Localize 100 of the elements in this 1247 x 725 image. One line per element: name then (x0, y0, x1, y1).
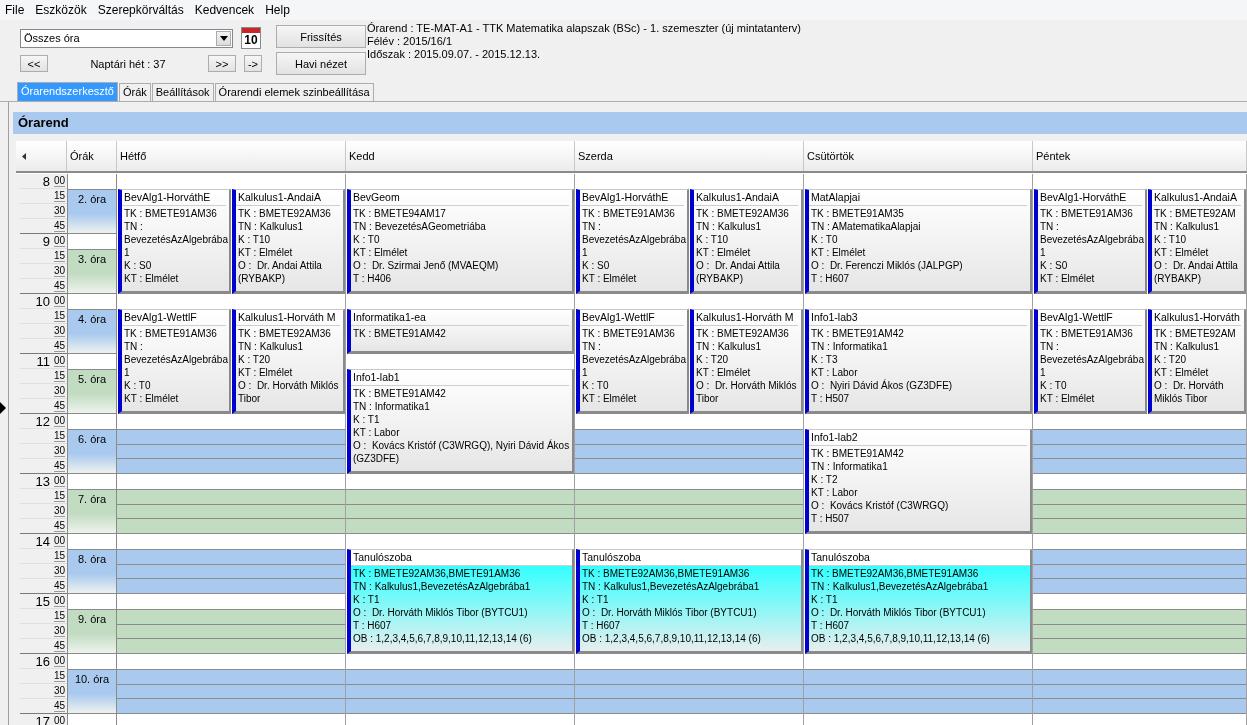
event-detail: O : Kovács Kristóf (C3WRGQ) (811, 499, 950, 512)
minute-label: 45 (53, 280, 65, 292)
minute-label: 15 (53, 610, 65, 622)
jump-button[interactable]: -> (244, 55, 262, 72)
event-card[interactable]: Tanulószoba TK : BMETE92AM36,BMETE91AM36 TN : Kalkulus1,BevezetésAzAlgebrába1 K : T1 O : Dr. Horváth Miklós Tibor (BYTCU1) T : H607 OB : 1,2,3,4,5,6,7,8,9,10,11,12,13,14 (6) (805, 549, 1032, 654)
tab[interactable]: Beállítások (151, 83, 214, 101)
event-detail: TK : BMETE91AM36 (1040, 207, 1134, 220)
next-week-button[interactable]: >> (208, 55, 236, 72)
minute-label: 45 (53, 700, 65, 712)
event-detail: TN : BevezetésAGeometriába (353, 220, 487, 233)
period-cell: 2. óra (68, 189, 116, 234)
event-card[interactable]: BevAlg1-HorváthE TK : BMETE91AM36 TN : BevezetésAzAlgebrába1 K : S0 KT : Elmélet (576, 189, 689, 294)
event-detail: KT : Elmélet (811, 246, 867, 259)
event-card[interactable]: Kalkulus1-Horváth M TK : BMETE92AM36 TN : Kalkulus1 K : T20 KT : Elmélet O : Dr. Horváth Miklós Tibor (232, 309, 345, 414)
hour-label: 13 (35, 473, 50, 489)
event-card[interactable]: BevGeom TK : BMETE94AM17 TN : BevezetésAGeometriába K : T0 KT : Elmélet O : Dr. Szirmai Jenő (MVAEQM) T : H406 (347, 189, 574, 294)
event-card[interactable]: MatAlapjai TK : BMETE91AM35 TN : AMatematikaAlapjai K : T0 KT : Elmélet O : Dr. Ferenczi Miklós (JALPGP) T : H607 (805, 189, 1032, 294)
event-detail: TN : BevezetésAzAlgebrába1 (124, 220, 228, 259)
minute-label: 30 (53, 505, 65, 517)
calendar-button[interactable]: 10 (241, 27, 261, 49)
event-detail: TN : Informatika1 (811, 460, 889, 473)
collapse-arrow-icon[interactable] (22, 152, 26, 160)
minute-label: 00 (53, 235, 65, 247)
event-card[interactable]: Kalkulus1-AndaiA TK : BMETE92AM36 TN : Kalkulus1 K : T10 KT : Elmélet O : Dr. Andai Attila (RYBAKP) (232, 189, 345, 294)
period-cell: 3. óra (68, 249, 116, 294)
event-detail: TN : BevezetésAzAlgebrába1 (124, 340, 228, 379)
event-title: Kalkulus1-AndaiA (236, 190, 340, 206)
event-detail: K : T10 (238, 233, 272, 246)
event-detail: TK : BMETE91AM36 (124, 207, 218, 220)
event-title: MatAlapjai (809, 190, 1027, 206)
event-detail: OB : 1,2,3,4,5,6,7,8,9,10,11,12,13,14 (6) (353, 632, 533, 645)
hour-label: 16 (35, 653, 50, 669)
event-detail: TN : Kalkulus1 (1154, 220, 1221, 233)
period-cell: 4. óra (68, 309, 116, 354)
info-text: Időszak : 2015.09.07. - 2015.12.13. (367, 48, 542, 61)
event-card[interactable]: BevAlg1-HorváthE TK : BMETE91AM36 TN : BevezetésAzAlgebrába1 K : S0 KT : Elmélet (118, 189, 231, 294)
minute-label: 45 (53, 580, 65, 592)
event-detail: KT : Elmélet (1154, 246, 1210, 259)
event-card[interactable]: Kalkulus1-Horváth TK : BMETE92AM TN : Kalkulus1 K : T20 KT : Elmélet O : Dr. Horváth Miklós Tibor (1148, 309, 1246, 414)
event-title: Tanulószoba (351, 550, 572, 566)
event-detail: K : T1 (811, 593, 839, 606)
event-card[interactable]: Info1-lab1 TK : BMETE91AM42 TN : Informatika1 K : T1 KT : Labor O : Kovács Kristóf (C3WRGQ), Nyiri Dávid Ákos (GZ3DFE) (347, 369, 574, 474)
period-cell: 9. óra (68, 609, 116, 654)
menu-item[interactable]: Szerepkörváltás (92, 3, 190, 17)
event-detail: TK : BMETE91AM35 (811, 207, 905, 220)
event-detail: K : T0 (1040, 379, 1068, 392)
event-card[interactable]: Info1-lab2 TK : BMETE91AM42 TN : Informatika1 K : T2 KT : Labor O : Kovács Kristóf (C3WRGQ) T : H507 (805, 429, 1032, 534)
tab[interactable]: Órák (118, 83, 151, 101)
month-view-button[interactable]: Havi nézet (276, 52, 366, 75)
event-detail: KT : Elmélet (353, 246, 409, 259)
minute-label: 45 (53, 520, 65, 532)
event-card[interactable]: BevAlg1-HorváthE TK : BMETE91AM36 TN : BevezetésAzAlgebrába1 K : S0 KT : Elmélet (1034, 189, 1147, 294)
minute-label: 30 (53, 385, 65, 397)
event-card[interactable]: Info1-lab3 TK : BMETE91AM42 TN : Informatika1 K : T3 KT : Labor O : Nyiri Dávid Ákos (GZ3DFE) T : H507 (805, 309, 1032, 414)
event-title: BevAlg1-WettlF (1038, 310, 1142, 326)
event-detail: O : Dr. Szirmai Jenő (MVAEQM) (353, 259, 500, 272)
event-detail: TN : Kalkulus1 (238, 220, 305, 233)
event-card[interactable]: Informatika1-ea TK : BMETE91AM42 (347, 309, 574, 354)
menu-item[interactable]: File (0, 3, 31, 17)
event-detail: KT : Elmélet (696, 366, 752, 379)
column-header: Péntek (1033, 141, 1247, 171)
menu-item[interactable]: Eszközök (30, 3, 93, 17)
menu-item[interactable]: Kedvencek (189, 3, 261, 17)
event-detail: TN : Kalkulus1 (696, 340, 763, 353)
event-detail: KT : Labor (353, 426, 401, 439)
minute-label: 30 (53, 205, 65, 217)
minute-label: 30 (53, 325, 65, 337)
event-card[interactable]: BevAlg1-WettlF TK : BMETE91AM36 TN : BevezetésAzAlgebrába1 K : T0 KT : Elmélet (118, 309, 231, 414)
hour-label: 17 (35, 713, 50, 725)
dropdown[interactable]: Összes óra (20, 28, 233, 48)
minute-label: 45 (53, 220, 65, 232)
event-detail: O : Dr. Horváth Miklós Tibor (BYTCU1) (353, 606, 529, 619)
minute-label: 00 (53, 475, 65, 487)
menu-item[interactable]: Help (260, 3, 296, 17)
event-detail: TK : BMETE94AM17 (353, 207, 447, 220)
column-header: Órák (67, 141, 117, 171)
event-detail: T : H406 (353, 272, 393, 285)
event-card[interactable]: Kalkulus1-Horváth M TK : BMETE92AM36 TN : Kalkulus1 K : T20 KT : Elmélet O : Dr. Horváth Miklós Tibor (690, 309, 803, 414)
refresh-button[interactable]: Frissítés (276, 25, 366, 48)
event-card[interactable]: Tanulószoba TK : BMETE92AM36,BMETE91AM36 TN : Kalkulus1,BevezetésAzAlgebrába1 K : T1 O : Dr. Horváth Miklós Tibor (BYTCU1) T : H607 OB : 1,2,3,4,5,6,7,8,9,10,11,12,13,14 (6) (347, 549, 574, 654)
event-title: Tanulószoba (580, 550, 801, 566)
event-card[interactable]: BevAlg1-WettlF TK : BMETE91AM36 TN : BevezetésAzAlgebrába1 K : T0 KT : Elmélet (1034, 309, 1147, 414)
event-title: Kalkulus1-AndaiA (694, 190, 798, 206)
event-title: BevAlg1-HorváthE (1038, 190, 1142, 206)
hour-label: 11 (36, 353, 50, 369)
event-detail: TK : BMETE91AM42 (811, 447, 905, 460)
event-detail: O : Dr. Andai Attila (RYBAKP) (696, 259, 781, 285)
column-header: Csütörtök (804, 141, 1033, 171)
event-card[interactable]: Tanulószoba TK : BMETE92AM36,BMETE91AM36 TN : Kalkulus1,BevezetésAzAlgebrába1 K : T1 O : Dr. Horváth Miklós Tibor (BYTCU1) T : H607 OB : 1,2,3,4,5,6,7,8,9,10,11,12,13,14 (6) (576, 549, 803, 654)
previous-week-button[interactable]: << (20, 55, 48, 72)
event-detail: O : Dr. Andai Attila (RYBAKP) (238, 259, 323, 285)
event-detail: TN : AMatematikaAlapjai (811, 220, 922, 233)
event-detail: TK : BMETE91AM36 (124, 327, 218, 340)
tab[interactable]: Órarendi elemek szinbeállítása (214, 83, 374, 101)
event-detail: TN : Kalkulus1,BevezetésAzAlgebrába1 (353, 580, 532, 593)
event-card[interactable]: Kalkulus1-AndaiA TK : BMETE92AM TN : Kalkulus1 K : T10 KT : Elmélet O : Dr. Andai Attila (RYBAKP) (1148, 189, 1246, 294)
event-detail: O : Dr. Horváth Miklós Tibor (238, 379, 340, 405)
event-card[interactable]: BevAlg1-WettlF TK : BMETE91AM36 TN : BevezetésAzAlgebrába1 K : T0 KT : Elmélet (576, 309, 689, 414)
event-detail: TN : BevezetésAzAlgebrába1 (582, 220, 686, 259)
event-card[interactable]: Kalkulus1-AndaiA TK : BMETE92AM36 TN : Kalkulus1 K : T10 KT : Elmélet O : Dr. Andai Attila (RYBAKP) (690, 189, 803, 294)
